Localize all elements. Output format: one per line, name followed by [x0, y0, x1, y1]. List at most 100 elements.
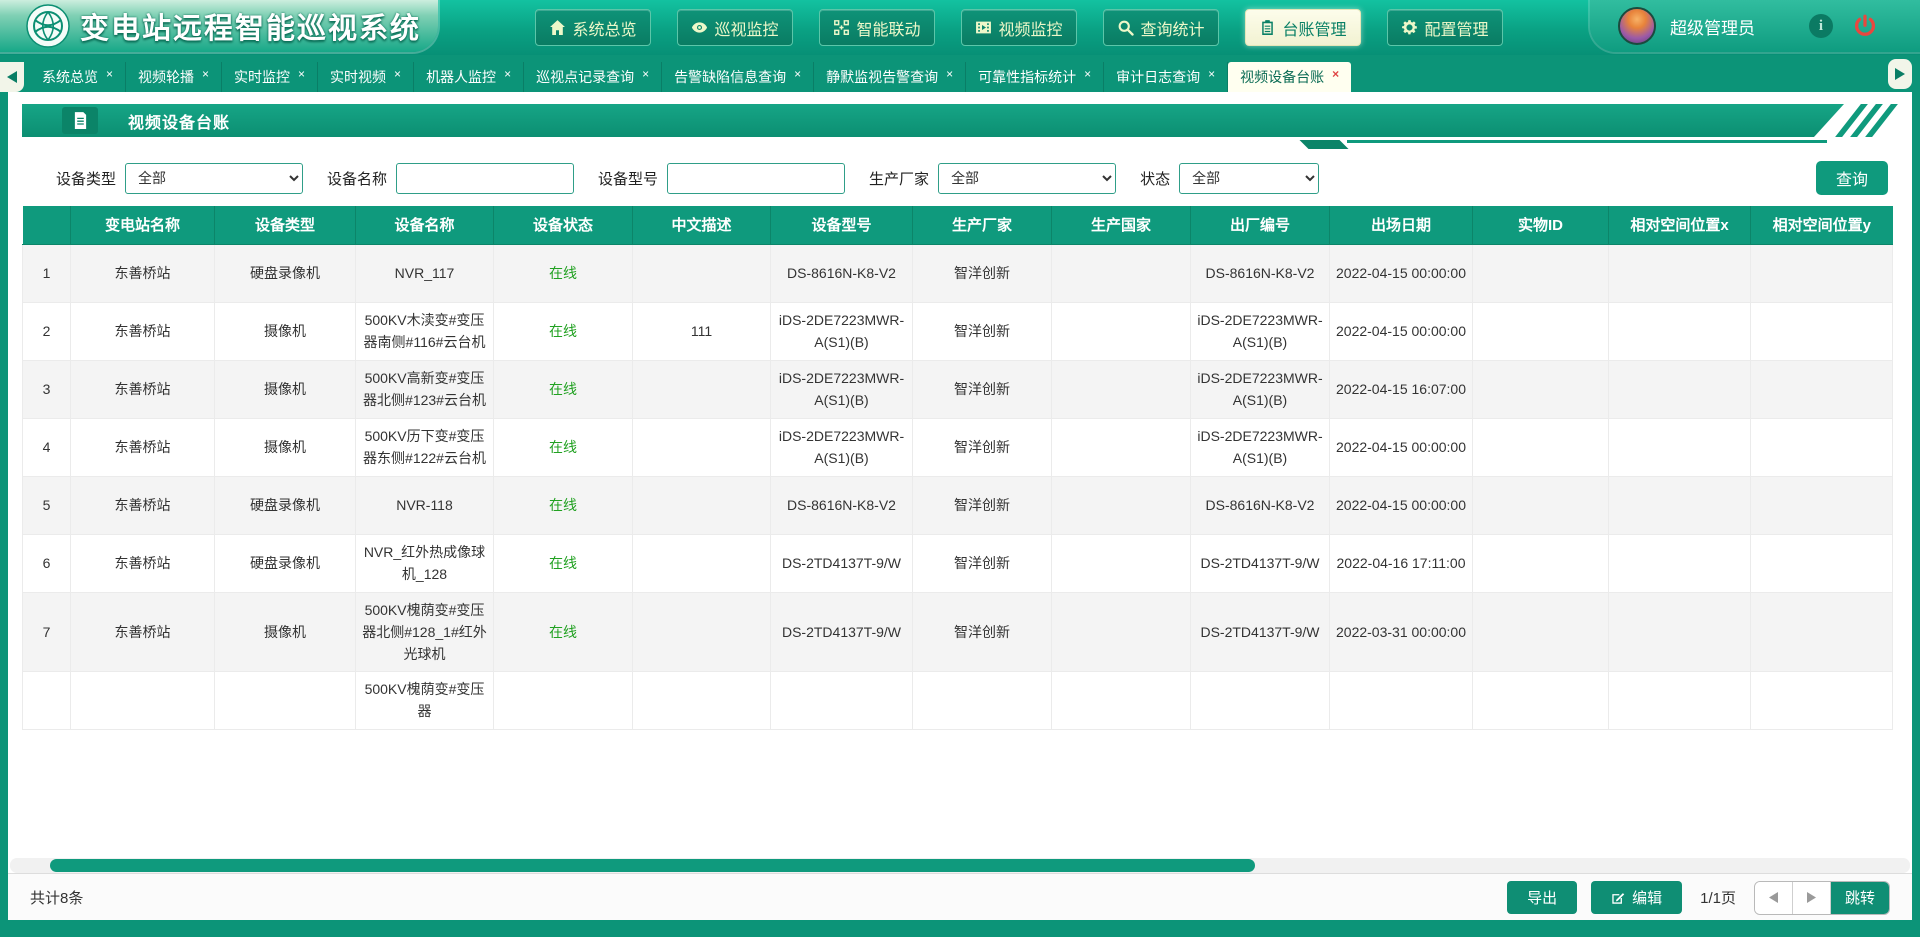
tab-close-icon[interactable]: × [298, 67, 305, 81]
page-indicator: 1/1页 [1700, 887, 1736, 908]
nav-button-ledger[interactable]: 台账管理 [1245, 9, 1361, 46]
tab[interactable]: 视频设备台账 × [1228, 62, 1351, 92]
nav-button-config[interactable]: 配置管理 [1387, 9, 1503, 46]
tab[interactable]: 实时视频× [318, 62, 414, 92]
tab-close-icon[interactable]: × [1084, 67, 1091, 81]
nav-button-query[interactable]: 查询统计 [1103, 9, 1219, 46]
manufacturer-label: 生产厂家 [869, 168, 929, 189]
table-row[interactable]: 1东善桥站硬盘录像机NVR_117在线DS-8616N-K8-V2智洋创新DS-… [23, 244, 1893, 302]
avatar[interactable] [1618, 7, 1656, 45]
status-badge: 在线 [549, 497, 577, 513]
cell: 500KV槐荫变#变压器 [356, 671, 494, 729]
tab-close-icon[interactable]: × [394, 67, 401, 81]
table-row[interactable]: 4东善桥站摄像机500KV历下变#变压器东侧#122#云台机在线iDS-2DE7… [23, 418, 1893, 476]
user-name: 超级管理员 [1670, 14, 1755, 39]
cell [771, 671, 913, 729]
tab[interactable]: 巡视点记录查询× [524, 62, 662, 92]
table-row[interactable]: 500KV槐荫变#变压器 [23, 671, 1893, 729]
tab-close-icon[interactable]: × [1332, 67, 1339, 81]
nav-button-label: 视频监控 [998, 16, 1062, 40]
cell: 7 [23, 592, 71, 671]
export-button[interactable]: 导出 [1507, 881, 1577, 914]
table-row[interactable]: 6东善桥站硬盘录像机NVR_红外热成像球机_128在线DS-2TD4137T-9… [23, 534, 1893, 592]
tab[interactable]: 实时监控× [222, 62, 318, 92]
manufacturer-select[interactable]: 全部 [938, 163, 1116, 194]
column-header: 中文描述 [633, 206, 771, 244]
column-header: 变电站名称 [71, 206, 215, 244]
cell [1609, 360, 1751, 418]
tab[interactable]: 视频轮播× [126, 62, 222, 92]
column-header: 出厂编号 [1191, 206, 1330, 244]
cell [633, 592, 771, 671]
cell: 1 [23, 244, 71, 302]
tab-scroll-right-icon[interactable] [1888, 59, 1912, 89]
cell [633, 534, 771, 592]
info-icon[interactable]: i [1809, 14, 1833, 38]
status-select[interactable]: 全部 [1179, 163, 1319, 194]
power-icon[interactable] [1853, 14, 1877, 38]
cell: 智洋创新 [913, 360, 1052, 418]
next-page-icon[interactable] [1793, 882, 1831, 914]
cell [1751, 476, 1893, 534]
table-header-row: 变电站名称设备类型设备名称设备状态中文描述设备型号生产厂家生产国家出厂编号出场日… [23, 206, 1893, 244]
tab[interactable]: 机器人监控× [414, 62, 524, 92]
tab[interactable]: 可靠性指标统计× [966, 62, 1104, 92]
cell [1473, 534, 1609, 592]
device-name-input[interactable] [396, 163, 574, 194]
nav-button-linkage[interactable]: 智能联动 [819, 9, 935, 46]
cell [215, 671, 356, 729]
cell: 2022-04-15 00:00:00 [1330, 476, 1473, 534]
cell: 在线 [494, 302, 633, 360]
tab-close-icon[interactable]: × [946, 67, 953, 81]
device-type-select[interactable]: 全部 [125, 163, 303, 194]
tab-scroll-left-icon[interactable] [0, 62, 24, 92]
tab-close-icon[interactable]: × [794, 67, 801, 81]
page-title-bar: 视频设备台账 [8, 104, 1912, 150]
device-model-input[interactable] [667, 163, 845, 194]
cell: 东善桥站 [71, 244, 215, 302]
edit-button[interactable]: 编辑 [1591, 881, 1682, 914]
tab[interactable]: 系统总览× [30, 62, 126, 92]
tab[interactable]: 静默监视告警查询× [814, 62, 966, 92]
tab-close-icon[interactable]: × [642, 67, 649, 81]
pagination: 跳转 [1754, 881, 1890, 915]
nav-button-label: 智能联动 [856, 16, 920, 40]
linkage-icon [833, 19, 850, 36]
horizontal-scrollbar-thumb[interactable] [50, 859, 1255, 872]
query-button[interactable]: 查询 [1816, 161, 1888, 195]
column-header: 生产厂家 [913, 206, 1052, 244]
cell: DS-2TD4137T-9/W [1191, 534, 1330, 592]
table-row[interactable]: 3东善桥站摄像机500KV高新变#变压器北侧#123#云台机在线iDS-2DE7… [23, 360, 1893, 418]
horizontal-scrollbar-track [10, 858, 1910, 873]
cell [1052, 302, 1191, 360]
top-bar: 变电站远程智能巡视系统 系统总览巡视监控智能联动视频监控查询统计台账管理配置管理… [0, 0, 1920, 55]
cell: DS-8616N-K8-V2 [771, 476, 913, 534]
tab-close-icon[interactable]: × [106, 67, 113, 81]
nav-button-overview[interactable]: 系统总览 [535, 9, 651, 46]
nav-button-video[interactable]: 视频监控 [961, 9, 1077, 46]
table-row[interactable]: 5东善桥站硬盘录像机NVR-118在线DS-8616N-K8-V2智洋创新DS-… [23, 476, 1893, 534]
cell: 东善桥站 [71, 592, 215, 671]
table-row[interactable]: 2东善桥站摄像机500KV木渎变#变压器南侧#116#云台机在线111iDS-2… [23, 302, 1893, 360]
device-type-label: 设备类型 [56, 168, 116, 189]
cell [1609, 302, 1751, 360]
nav-button-patrol[interactable]: 巡视监控 [677, 9, 793, 46]
device-name-label: 设备名称 [327, 168, 387, 189]
cell [633, 476, 771, 534]
tab-label: 视频设备台账 [1240, 67, 1324, 87]
status-badge: 在线 [549, 555, 577, 571]
table-row[interactable]: 7东善桥站摄像机500KV槐荫变#变压器北侧#128_1#红外光球机在线DS-2… [23, 592, 1893, 671]
jump-button[interactable]: 跳转 [1831, 882, 1889, 914]
page-title: 视频设备台账 [128, 109, 230, 133]
cell: 2 [23, 302, 71, 360]
prev-page-icon[interactable] [1755, 882, 1793, 914]
column-header: 实物ID [1473, 206, 1609, 244]
tab-close-icon[interactable]: × [504, 67, 511, 81]
tab-close-icon[interactable]: × [202, 67, 209, 81]
tab[interactable]: 审计日志查询× [1104, 62, 1228, 92]
column-header [23, 206, 71, 244]
tab-close-icon[interactable]: × [1208, 67, 1215, 81]
nav-button-label: 查询统计 [1140, 16, 1204, 40]
nav-button-label: 台账管理 [1282, 16, 1346, 40]
tab[interactable]: 告警缺陷信息查询× [662, 62, 814, 92]
